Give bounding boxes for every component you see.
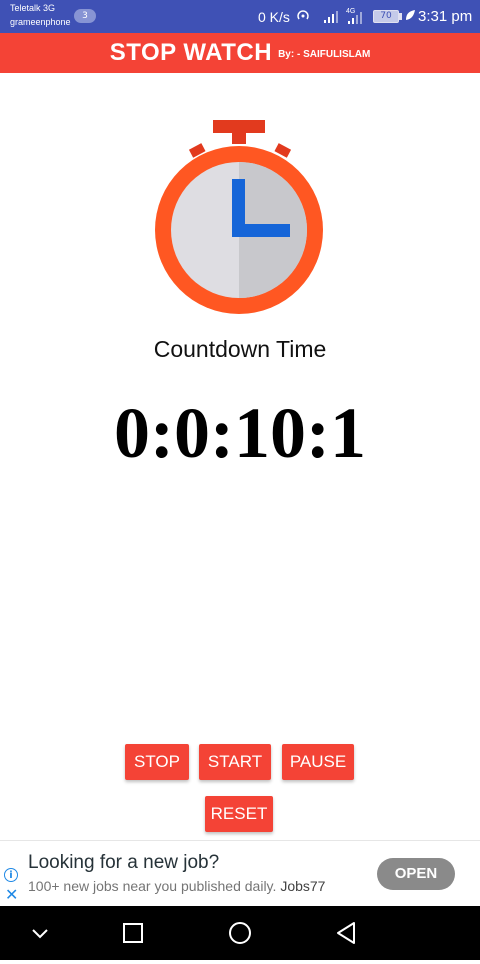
ad-body-text: 100+ new jobs near you published daily. [28,878,277,894]
back-icon[interactable] [306,906,386,960]
battery-tip [399,13,402,20]
signal-4g-icon: 4G [346,6,368,26]
carrier-1: Teletalk 3G [10,3,56,13]
chevron-down-icon[interactable] [0,906,80,960]
hotspot-icon [296,8,310,26]
navigation-bar [0,906,480,960]
ad-brand: Jobs77 [280,878,326,894]
app-bar: STOP WATCH By: - SAIFULISLAM [0,33,480,73]
ad-title[interactable]: Looking for a new job? [28,852,219,874]
recents-icon[interactable] [93,906,173,960]
signal-icon [322,9,340,25]
home-icon[interactable] [200,906,280,960]
notification-badge: 3 [74,9,96,23]
carrier-2: grameenphone [10,17,71,27]
net-speed: 0 K/s [258,9,290,25]
svg-text:4G: 4G [346,8,355,15]
close-icon[interactable]: ✕ [5,885,18,904]
countdown-time: 0:0:10:1 [114,393,366,473]
stopwatch-icon [152,118,328,314]
stop-button[interactable]: STOP [125,744,189,780]
info-icon[interactable]: i [4,868,18,882]
pause-button[interactable]: PAUSE [282,744,354,780]
status-bar: Teletalk 3G grameenphone 3 0 K/s 4G 70 3… [0,0,480,33]
start-button[interactable]: START [199,744,271,780]
clock: 3:31 pm [418,8,473,25]
app-title: STOP WATCH [109,39,273,66]
ad-banner[interactable]: i ✕ Looking for a new job? 100+ new jobs… [0,840,480,907]
battery-icon: 70 [373,10,399,23]
power-saving-icon [404,9,416,24]
ad-open-button[interactable]: OPEN [377,858,455,890]
app-subtitle: By: - SAIFULISLAM [278,49,371,60]
reset-button[interactable]: RESET [205,796,273,832]
countdown-label: Countdown Time [153,336,327,362]
ad-body: 100+ new jobs near you published daily. … [28,878,325,894]
